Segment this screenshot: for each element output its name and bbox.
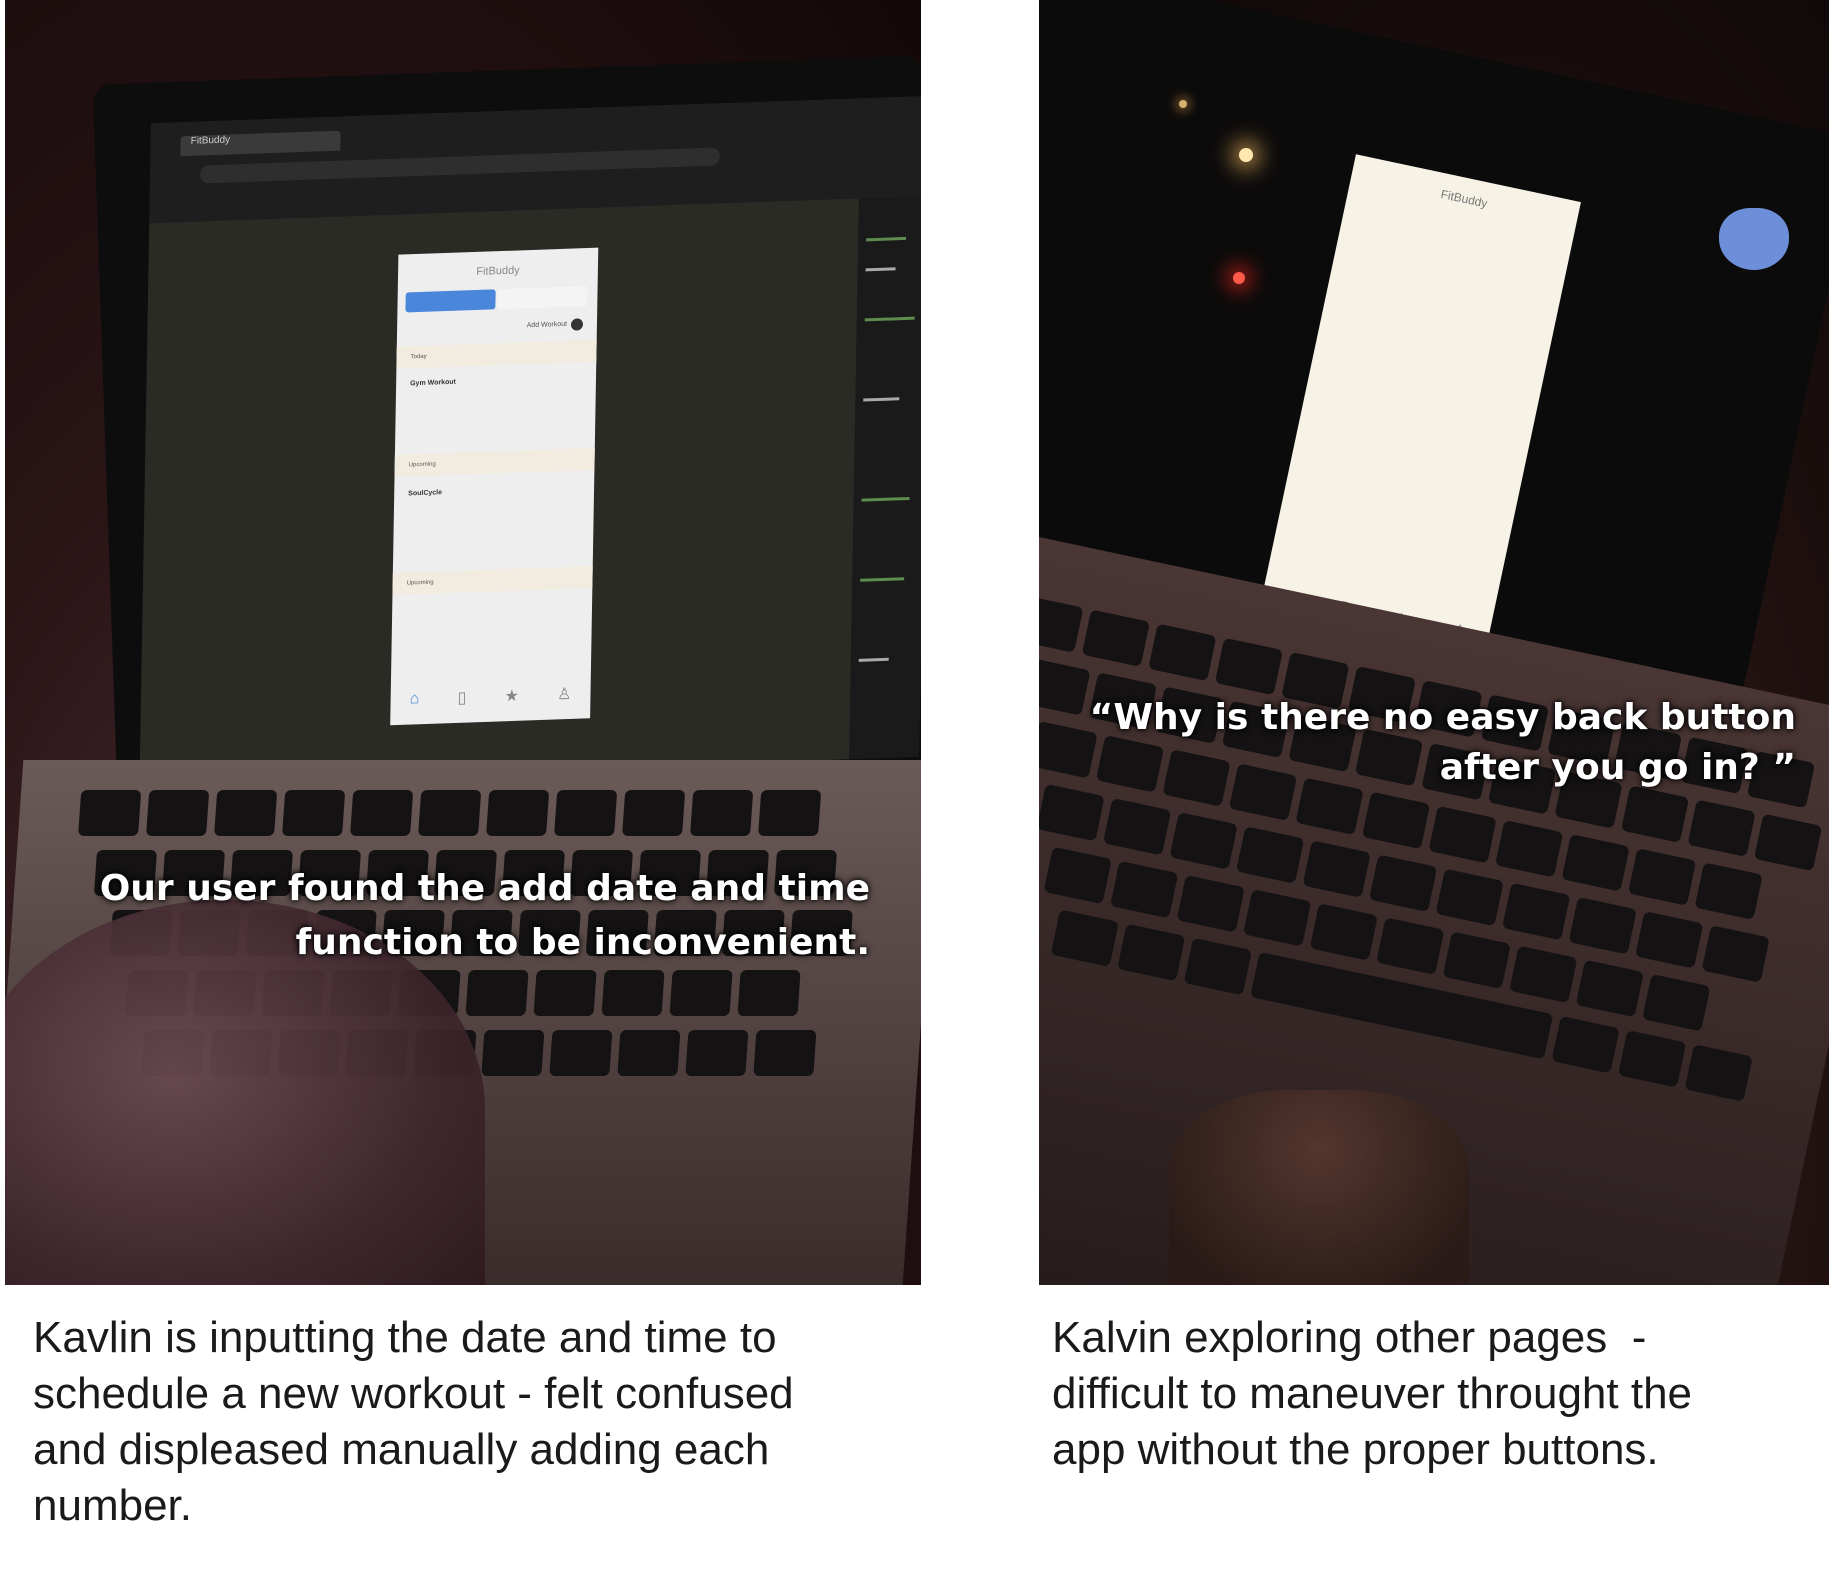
left-photo-caption: Our user found the add date and time fun… [80,862,870,970]
caption-line: after you go in? ” [1439,747,1796,788]
right-photo-caption: “Why is there no easy back button after … [1070,693,1796,793]
description-line: and displeased manually adding each [33,1425,770,1474]
card-title[interactable]: Gym Workout [410,379,456,388]
caption-line: Our user found the add date and time [99,868,870,909]
phone-preview: FitBuddy Add Workout Today Gym Workout U… [390,247,599,726]
home-icon[interactable]: ⌂ [410,690,420,708]
left-photo: FitBuddy FitBuddy Add Workout Today Gym … [5,0,921,1285]
tab-bar: ⌂ ▯ ★ ♙ [390,668,591,725]
add-workout-label: Add Workout [526,320,568,330]
caption-line: “Why is there no easy back button [1089,697,1796,738]
reflection-light [1179,100,1187,108]
apple-logo-icon [1719,208,1789,270]
section-header: Today [396,339,597,369]
trackpad-hand [1169,1090,1469,1285]
description-line: number. [33,1481,192,1530]
app-title: FitBuddy [476,264,520,278]
add-workout-button[interactable] [570,318,584,331]
section-header: Upcoming [392,566,593,596]
browser-tab-title: FitBuddy [190,134,231,147]
description-line: schedule a new workout - felt confused [33,1369,794,1418]
right-photo: FitBuddy ⌂ ▯ ★ ♙ [1039,0,1829,1285]
reflection-light [1239,148,1253,162]
bookmark-icon[interactable]: ▯ [457,688,466,708]
description-line: Kalvin exploring other pages - [1052,1313,1647,1362]
phone-preview: FitBuddy ⌂ ▯ ★ ♙ [1258,154,1581,662]
left-description: Kavlin is inputting the date and time to… [33,1310,903,1534]
description-line: app without the proper buttons. [1052,1425,1659,1474]
reflection-light [1233,272,1245,284]
app-title: FitBuddy [1439,186,1489,211]
star-icon[interactable]: ★ [504,686,519,707]
left-laptop-screen: FitBuddy FitBuddy Add Workout Today Gym … [139,95,921,785]
section-header: Upcoming [394,447,595,477]
user-icon[interactable]: ♙ [557,684,572,705]
devtools-panel [849,196,921,760]
description-line: Kavlin is inputting the date and time to [33,1313,777,1362]
segment-other[interactable] [497,286,588,310]
description-line: difficult to maneuver throught the [1052,1369,1693,1418]
right-description: Kalvin exploring other pages - difficult… [1052,1310,1812,1478]
caption-line: function to be inconvenient. [295,922,870,963]
segment-scheduled[interactable] [405,289,496,313]
card-title[interactable]: SoulCycle [408,489,442,497]
